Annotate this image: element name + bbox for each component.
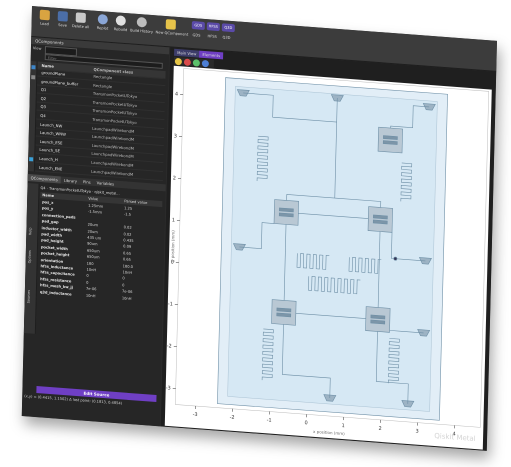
- chip-layout-plot[interactable]: -3 -2 -1 0 1 2 3 443210-1-2-3 x position (mm) y…: [165, 66, 492, 450]
- side-tab-strip: Help Options Sources: [23, 183, 40, 334]
- tab-library[interactable]: Library: [61, 176, 80, 184]
- y-tick-label: 1: [172, 217, 175, 223]
- property-parsed: 10nH: [121, 295, 132, 301]
- junction-dot: [393, 256, 398, 261]
- component-table: Name QComponent class groundPlane Rectang…: [28, 61, 169, 183]
- qubit-pocket: [365, 306, 391, 333]
- pan-icon[interactable]: [183, 58, 191, 66]
- save-button[interactable]: Save: [54, 10, 72, 28]
- new-qcomponent-label: New QComponent: [155, 30, 189, 37]
- y-tick-label: -1: [168, 301, 173, 307]
- y-tick-label: 3: [174, 133, 177, 139]
- qubit-pocket: [367, 206, 393, 233]
- qubit-pocket: [273, 199, 299, 226]
- gds-label: GDS: [192, 33, 201, 38]
- zoom-icon[interactable]: [174, 57, 182, 66]
- main-view-panel: Main View Elements -3 -2 -1 0 1 2 3 4 4 3 2 1 0 -1 -2 -3…: [160, 47, 497, 451]
- gds-renderer-button[interactable]: GDS: [191, 21, 205, 30]
- x-tick-label: -1: [267, 417, 272, 423]
- qubit-pad: [382, 140, 398, 145]
- screenshot-stage: Load Save Delete all Replot Rebuild Buil…: [0, 0, 511, 467]
- tab-variables[interactable]: Variables: [94, 179, 118, 188]
- x-axis-label: x position (mm): [313, 429, 345, 436]
- replot-icon: [97, 13, 108, 25]
- qubit-pad: [370, 314, 386, 320]
- load-button[interactable]: Load: [36, 9, 54, 26]
- tab-qcomponents[interactable]: QComponents: [27, 174, 61, 184]
- x-tick-label: 1: [341, 423, 344, 429]
- side-tab-options[interactable]: Options: [28, 250, 32, 263]
- left-panel: QComponents View Filter Name QComponent …: [21, 37, 170, 427]
- y-tick-label: 2: [173, 175, 176, 181]
- qubit-pad: [276, 307, 292, 313]
- delete-all-button[interactable]: Delete all: [72, 12, 90, 29]
- properties-table: Name Value Parsed value pos_x 1.25mm 1.25 p…: [38, 191, 163, 301]
- qubit-pad: [370, 319, 386, 325]
- breadcrumb-name: Q4: [40, 185, 46, 191]
- rebuild-button[interactable]: Rebuild: [112, 15, 130, 32]
- qubit-pocket: [271, 299, 297, 326]
- load-label: Load: [40, 21, 49, 27]
- q3d-label: Q3D: [222, 35, 231, 40]
- y-tick-label: -3: [166, 385, 171, 391]
- replot-button[interactable]: Replot: [94, 13, 112, 31]
- x-tick-label: 3: [415, 429, 418, 435]
- delete-icon: [75, 12, 86, 24]
- x-tick-label: -2: [230, 415, 235, 421]
- q3d-renderer-button[interactable]: Q3D: [221, 23, 235, 33]
- side-tab-sources[interactable]: Sources: [27, 290, 31, 304]
- settings-icon[interactable]: [201, 59, 209, 68]
- x-tick-label: -3: [193, 412, 198, 418]
- folder-icon: [39, 9, 50, 21]
- rebuild-icon: [115, 15, 126, 27]
- x-tick-label: 2: [378, 426, 381, 432]
- delete-all-label: Delete all: [71, 24, 90, 30]
- qubit-pad: [383, 135, 398, 140]
- tab-pins[interactable]: Pins: [80, 178, 94, 186]
- qubit-pad: [279, 207, 294, 213]
- view-label: View: [32, 46, 42, 51]
- history-icon: [136, 16, 147, 28]
- rebuild-label: Rebuild: [113, 27, 128, 33]
- breadcrumb-module: qiskit_metal...: [94, 190, 120, 196]
- plot-canvas[interactable]: -3 -2 -1 0 1 2 3 4 4 3 2 1 0 -1 -2 -3 x position (mm) y…: [164, 65, 492, 450]
- qubit-pad: [373, 214, 388, 220]
- y-axis-label: y position (mm): [170, 230, 176, 262]
- qiskit-metal-window: Load Save Delete all Replot Rebuild Buil…: [21, 6, 497, 451]
- hfss-label: HFSS: [207, 34, 217, 39]
- new-qcomponent-button[interactable]: New QComponent: [155, 18, 189, 37]
- y-tick-label: -2: [167, 343, 172, 349]
- ground-plane: [227, 86, 438, 412]
- y-tick-label: 4: [175, 91, 178, 97]
- save-icon: [57, 10, 68, 22]
- home-icon[interactable]: [192, 59, 200, 67]
- qubit-pad: [372, 219, 388, 225]
- new-component-icon: [165, 19, 176, 30]
- qubit-pad: [276, 312, 292, 318]
- replot-label: Replot: [96, 25, 109, 31]
- save-label: Save: [58, 22, 68, 28]
- hfss-renderer-button[interactable]: HFSS: [206, 22, 220, 32]
- x-tick-label: 0: [304, 420, 307, 426]
- build-history-button[interactable]: Build History: [130, 16, 154, 34]
- qubit-pad: [278, 212, 294, 218]
- qubit-pocket: [377, 126, 403, 154]
- build-history-label: Build History: [130, 28, 154, 35]
- watermark-text: Qiskit Metal: [434, 431, 476, 443]
- property-value: 10nH: [85, 293, 96, 298]
- side-tab-help[interactable]: Help: [28, 227, 32, 235]
